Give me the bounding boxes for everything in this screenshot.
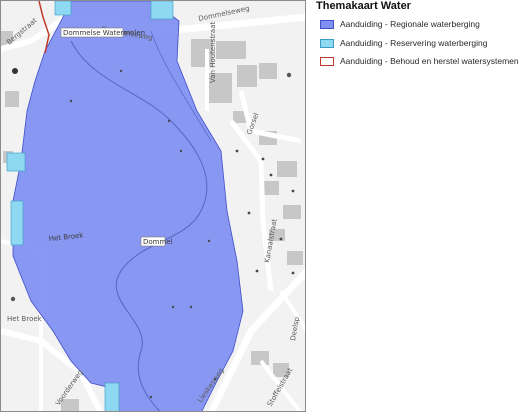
legend-label: Aanduiding - Reservering waterberging	[340, 38, 488, 48]
legend-label: Aanduiding - Regionale waterberging	[340, 19, 480, 29]
church-icon	[12, 68, 18, 74]
legend-item-regionale-waterberging: Aanduiding - Regionale waterberging	[320, 18, 480, 30]
map-view[interactable]: Dommelseweg Dommelseweg Dommelse Watermo…	[0, 0, 306, 412]
building	[259, 63, 277, 79]
label-het-broek: Het Broek	[7, 315, 43, 323]
building	[277, 161, 297, 177]
building	[237, 65, 257, 87]
building	[263, 181, 279, 195]
map-point-icon	[286, 72, 292, 78]
legend-swatch	[320, 19, 334, 29]
label-dommel: Dommel	[143, 238, 173, 246]
reservering-area[interactable]	[10, 200, 24, 246]
legend-label: Aanduiding - Behoud en herstel watersyst…	[340, 56, 519, 66]
building	[283, 205, 301, 219]
legend-item-reservering-waterberging: Aanduiding - Reservering waterberging	[320, 37, 487, 49]
building	[5, 91, 19, 107]
map-canvas[interactable]: Dommelseweg Dommelseweg Dommelse Watermo…	[1, 1, 306, 412]
map-point-icon	[10, 296, 16, 302]
label-vanhoutenstraat: Van Houtenstraat	[209, 21, 217, 83]
building	[216, 41, 246, 59]
reservering-area[interactable]	[6, 152, 26, 172]
reservering-area[interactable]	[54, 1, 72, 16]
legend-item-behoud-herstel-watersystemen: Aanduiding - Behoud en herstel watersyst…	[320, 55, 519, 67]
reservering-area[interactable]	[150, 1, 174, 20]
legend-swatch	[320, 38, 334, 48]
map-legend: Themakaart Water Aanduiding - Regionale …	[316, 0, 522, 80]
label-dommelse-watermolen: Dommelse Watermolen	[63, 29, 145, 37]
legend-title: Themakaart Water	[316, 0, 411, 12]
legend-swatch	[320, 56, 334, 66]
building	[287, 251, 303, 265]
reservering-area[interactable]	[104, 382, 120, 412]
